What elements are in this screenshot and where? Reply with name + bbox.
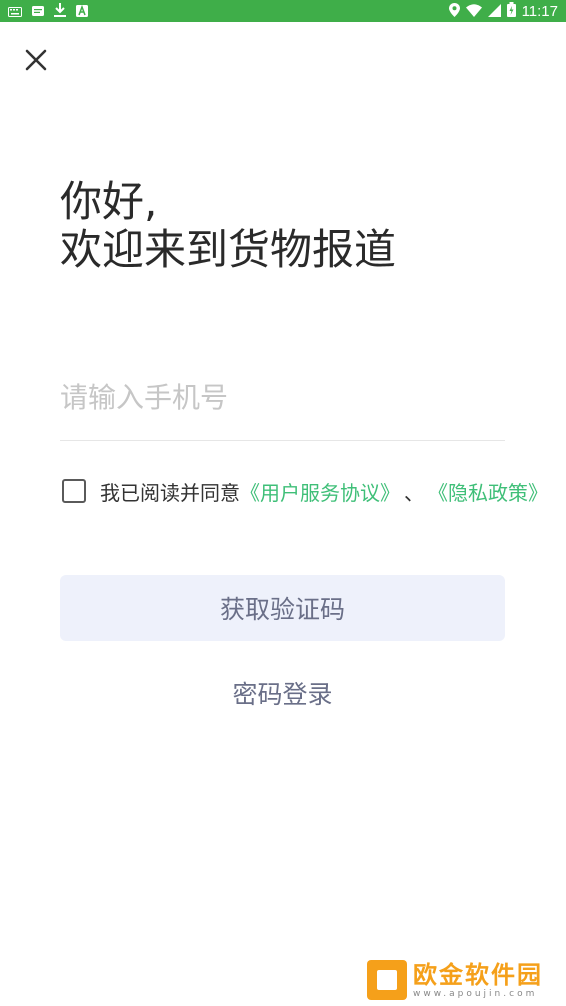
get-verification-code-button[interactable]: 获取验证码 bbox=[60, 575, 505, 641]
status-bar-time: 11:17 bbox=[521, 2, 558, 20]
watermark-title: 欧金软件园 bbox=[413, 960, 543, 989]
status-bar: 11:17 bbox=[0, 0, 566, 22]
greeting-line-2: 欢迎来到货物报道 bbox=[60, 225, 397, 274]
user-service-agreement-link[interactable]: 《用户服务协议》 bbox=[240, 477, 400, 506]
close-icon bbox=[25, 49, 47, 75]
wifi-icon bbox=[465, 2, 482, 21]
agreement-separator: 、 bbox=[404, 480, 424, 505]
welcome-greeting: 你好, 欢迎来到货物报道 bbox=[60, 178, 396, 274]
agreement-row: 我已阅读并同意 《用户服务协议》 、 《隐私政策》 bbox=[60, 476, 548, 506]
agreement-prefix: 我已阅读并同意 bbox=[100, 480, 240, 505]
signal-icon bbox=[487, 2, 501, 21]
status-bar-system: 11:17 bbox=[448, 1, 558, 21]
watermark-subtitle: www.apoujin.com bbox=[413, 988, 538, 999]
keyboard-icon bbox=[8, 2, 22, 21]
privacy-policy-link[interactable]: 《隐私政策》 bbox=[428, 477, 548, 506]
sms-icon bbox=[32, 2, 44, 21]
download-icon bbox=[54, 2, 66, 21]
watermark-logo-icon bbox=[367, 960, 407, 1000]
a-icon bbox=[76, 2, 88, 21]
phone-number-input[interactable] bbox=[60, 372, 505, 422]
phone-input-underline bbox=[60, 440, 505, 441]
agreement-checkbox[interactable] bbox=[62, 479, 86, 503]
password-login-link[interactable]: 密码登录 bbox=[60, 670, 505, 716]
location-icon bbox=[448, 2, 460, 21]
greeting-line-1: 你好, bbox=[60, 177, 158, 226]
close-button[interactable] bbox=[22, 48, 50, 76]
watermark: 欧金软件园 www.apoujin.com bbox=[367, 956, 561, 1004]
watermark-text: 欧金软件园 www.apoujin.com bbox=[413, 961, 543, 1000]
status-bar-notifications bbox=[8, 2, 88, 21]
battery-icon bbox=[506, 1, 516, 21]
